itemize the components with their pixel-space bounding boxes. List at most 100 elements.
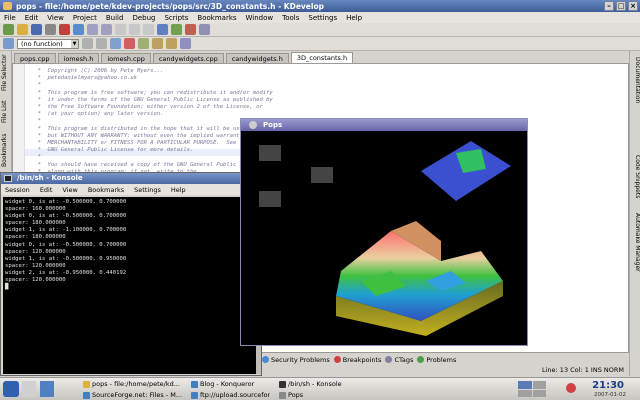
indent-icon[interactable]	[152, 38, 163, 49]
task-pops[interactable]: Pops	[278, 390, 358, 400]
print-icon[interactable]	[45, 24, 56, 35]
jump-icon[interactable]	[110, 38, 121, 49]
step-icon[interactable]	[199, 24, 210, 35]
konsole-window[interactable]: /bin/sh - Konsole Session Edit View Book…	[0, 172, 262, 376]
desktop-3[interactable]	[518, 389, 532, 397]
find-icon[interactable]	[157, 24, 168, 35]
show-desktop-icon[interactable]	[22, 381, 36, 397]
nav-forward-icon[interactable]	[96, 38, 107, 49]
new-project-icon[interactable]	[3, 24, 14, 35]
menu-project[interactable]: Project	[73, 14, 97, 22]
file-tab[interactable]: candywidgets.cpp	[152, 53, 224, 63]
menu-window[interactable]: Window	[246, 14, 274, 22]
file-tab[interactable]: pops.cpp	[14, 53, 56, 63]
terminal-output[interactable]: widget 0, is at: -0.500000, 0.700000 spa…	[3, 197, 257, 374]
file-tab[interactable]: candywidgets.h	[225, 53, 289, 63]
terminal-icon	[4, 175, 12, 182]
nav-back-icon[interactable]	[82, 38, 93, 49]
konsole-menu-settings[interactable]: Settings	[134, 186, 161, 194]
tab-security-problems[interactable]: Security Problems	[262, 356, 330, 364]
task-sourceforge[interactable]: SourceForge.net: Files - M...	[82, 390, 182, 400]
tab-ctags[interactable]: CTags	[385, 356, 413, 364]
class-browser-icon[interactable]	[3, 38, 14, 49]
ctags-icon	[385, 356, 393, 363]
minimize-icon[interactable]: –	[604, 1, 614, 11]
secondary-toolbar: (no function) ▼	[0, 37, 640, 51]
clock[interactable]: 21:30	[592, 380, 624, 391]
editor-text[interactable]: * Copyright (C) 2006 by Pete Myers... * …	[31, 68, 273, 183]
save-icon[interactable]	[31, 24, 42, 35]
tab-automake-manager[interactable]: Automake Manager	[631, 211, 640, 273]
menu-view[interactable]: View	[47, 14, 64, 22]
menu-help[interactable]: Help	[346, 14, 362, 22]
file-tab-active[interactable]: 3D_constants.h	[290, 52, 354, 63]
file-tab[interactable]: iomesh.cpp	[101, 53, 151, 63]
file-tab[interactable]: iomesh.h	[57, 53, 100, 63]
konsole-menu-session[interactable]: Session	[5, 186, 30, 194]
menu-settings[interactable]: Settings	[308, 14, 337, 22]
stop-icon[interactable]	[59, 24, 70, 35]
close-icon[interactable]: ×	[628, 1, 638, 11]
konqueror-task-icon	[83, 392, 90, 399]
widget-panel[interactable]	[259, 145, 281, 161]
system-tray-icon[interactable]	[566, 383, 576, 393]
paste-icon[interactable]	[143, 24, 154, 35]
tab-documentation[interactable]: Documentation	[631, 55, 640, 105]
function-select[interactable]: (no function) ▼	[17, 38, 79, 49]
menu-file[interactable]: File	[4, 14, 16, 22]
menubar: File Edit View Project Build Debug Scrip…	[0, 12, 640, 23]
menu-edit[interactable]: Edit	[25, 14, 39, 22]
tab-breakpoints[interactable]: Breakpoints	[333, 356, 381, 364]
undo-icon[interactable]	[87, 24, 98, 35]
tab-code-snippets[interactable]: Code Snippets	[631, 151, 640, 203]
desktop-1[interactable]	[518, 381, 532, 389]
tab-problems[interactable]: Problems	[417, 356, 456, 364]
desktop-2[interactable]	[532, 381, 546, 389]
maximize-icon[interactable]: □	[616, 1, 626, 11]
menu-build[interactable]: Build	[106, 14, 124, 22]
pops-window[interactable]: Pops	[240, 118, 528, 346]
konsole-menubar: Session Edit View Bookmarks Settings Hel…	[1, 184, 261, 195]
bookmark-icon[interactable]	[124, 38, 135, 49]
pops-titlebar[interactable]: Pops	[241, 119, 527, 131]
kde-menu-icon[interactable]	[3, 381, 19, 397]
debug-icon[interactable]	[185, 24, 196, 35]
redo-icon[interactable]	[101, 24, 112, 35]
konqueror-task-icon	[191, 381, 198, 388]
virtual-desktop-pager[interactable]	[518, 381, 546, 397]
task-kdevelop[interactable]: pops - file:/home/pete/kd...	[82, 379, 182, 390]
konsole-menu-edit[interactable]: Edit	[40, 186, 53, 194]
konqueror-launcher-icon[interactable]	[40, 381, 54, 397]
konsole-titlebar[interactable]: /bin/sh - Konsole	[1, 173, 261, 184]
menu-debug[interactable]: Debug	[132, 14, 155, 22]
widget-panel[interactable]	[311, 167, 333, 183]
comment-icon[interactable]	[138, 38, 149, 49]
run-icon[interactable]	[171, 24, 182, 35]
menu-tools[interactable]: Tools	[282, 14, 299, 22]
copy-icon[interactable]	[129, 24, 140, 35]
konsole-menu-view[interactable]: View	[62, 186, 77, 194]
gl-viewport[interactable]	[241, 131, 527, 345]
konsole-task-icon	[279, 381, 286, 388]
menu-bookmarks[interactable]: Bookmarks	[197, 14, 236, 22]
task-konsole[interactable]: /bin/sh - Konsole	[278, 379, 358, 390]
tab-file-list[interactable]: File List	[1, 97, 11, 127]
konsole-menu-bookmarks[interactable]: Bookmarks	[88, 186, 124, 194]
konsole-menu-help[interactable]: Help	[171, 186, 186, 194]
menu-scripts[interactable]: Scripts	[164, 14, 188, 22]
tab-file-selector[interactable]: File Selector	[1, 51, 11, 95]
tool-icon[interactable]	[180, 38, 191, 49]
tab-bookmarks[interactable]: Bookmarks	[1, 131, 11, 169]
open-project-icon[interactable]	[17, 24, 28, 35]
kdevelop-titlebar[interactable]: pops - file:/home/pete/kdev-projects/pop…	[0, 0, 640, 12]
window-title: pops - file:/home/pete/kdev-projects/pop…	[16, 1, 324, 11]
task-blog-konqueror[interactable]: Blog - Konqueror	[190, 379, 270, 390]
window-controls: – □ ×	[604, 1, 638, 11]
build-icon[interactable]	[73, 24, 84, 35]
task-ftp-upload[interactable]: ftp://upload.sourceforge.net	[190, 390, 270, 400]
widget-panel[interactable]	[259, 191, 281, 207]
cut-icon[interactable]	[115, 24, 126, 35]
unindent-icon[interactable]	[166, 38, 177, 49]
taskbar: pops - file:/home/pete/kd... Blog - Konq…	[0, 377, 640, 400]
desktop-4[interactable]	[532, 389, 546, 397]
